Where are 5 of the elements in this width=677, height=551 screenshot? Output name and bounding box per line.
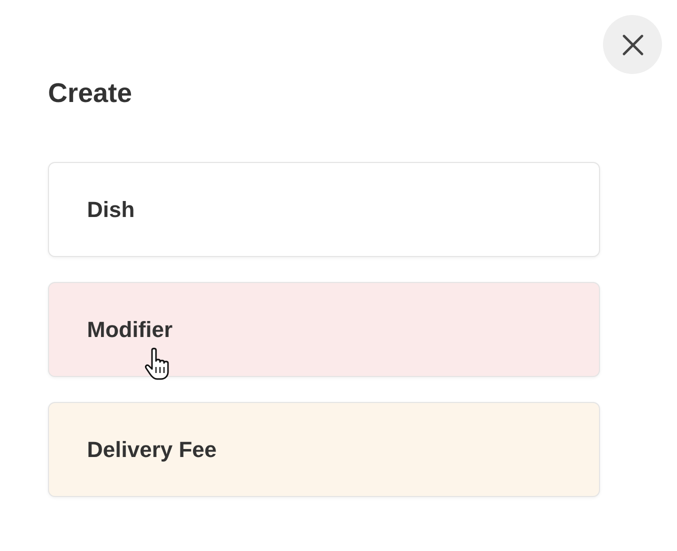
option-card[interactable]: Delivery Fee [48,402,600,497]
option-card[interactable]: Dish [48,162,600,257]
dialog-title: Create [48,77,134,110]
option-card[interactable]: Modifier [48,282,600,377]
close-icon [622,34,644,56]
